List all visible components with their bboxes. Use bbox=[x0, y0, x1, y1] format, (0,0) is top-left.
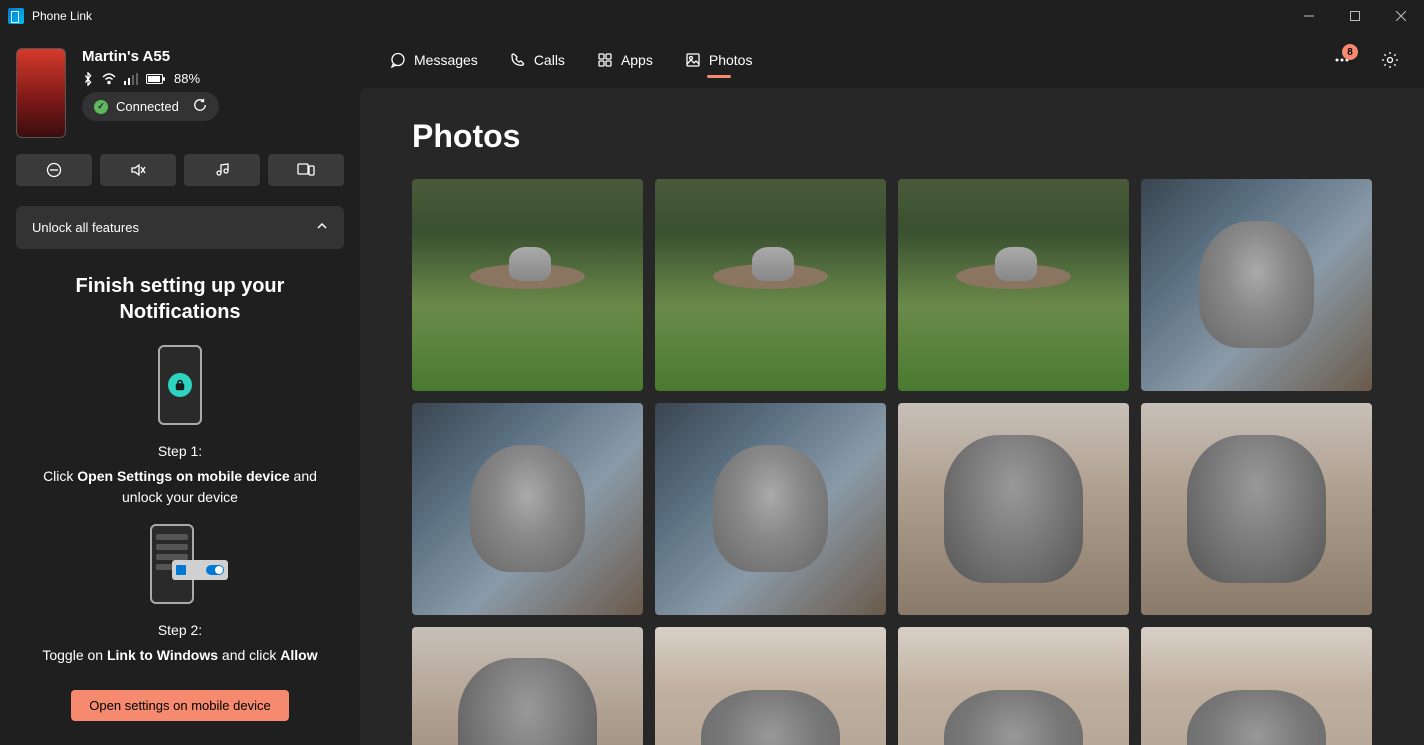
photo-thumbnail[interactable] bbox=[1141, 627, 1372, 745]
setup-illustration-1 bbox=[158, 345, 202, 425]
app-title: Phone Link bbox=[32, 9, 92, 23]
nav-right: 8 bbox=[1324, 42, 1408, 78]
step2-label: Step 2: bbox=[24, 620, 336, 641]
titlebar-left: Phone Link bbox=[8, 8, 92, 24]
tab-messages[interactable]: Messages bbox=[376, 44, 492, 76]
photo-grid bbox=[412, 179, 1372, 745]
top-nav: Messages Calls Apps Photos 8 bbox=[360, 32, 1424, 88]
unlock-label: Unlock all features bbox=[32, 220, 139, 235]
battery-icon bbox=[146, 73, 166, 85]
close-button[interactable] bbox=[1378, 0, 1424, 32]
dnd-button[interactable] bbox=[16, 154, 92, 186]
device-section: Martin's A55 88% bbox=[16, 48, 344, 138]
tab-calls[interactable]: Calls bbox=[496, 44, 579, 76]
app-icon bbox=[8, 8, 24, 24]
connection-badge: Connected bbox=[82, 92, 219, 121]
notifications-button[interactable]: 8 bbox=[1324, 42, 1360, 78]
connected-check-icon bbox=[94, 100, 108, 114]
signal-icon bbox=[124, 73, 138, 85]
step1-desc: Click Open Settings on mobile device and… bbox=[24, 466, 336, 508]
content-area: Photos bbox=[360, 88, 1424, 745]
screen-mirror-button[interactable] bbox=[268, 154, 344, 186]
chevron-up-icon bbox=[316, 220, 328, 235]
device-status-row: 88% bbox=[82, 71, 219, 86]
photo-thumbnail[interactable] bbox=[655, 627, 886, 745]
notification-badge: 8 bbox=[1342, 44, 1358, 60]
photo-thumbnail[interactable] bbox=[412, 403, 643, 615]
photo-thumbnail[interactable] bbox=[1141, 179, 1372, 391]
window-controls bbox=[1286, 0, 1424, 32]
device-name: Martin's A55 bbox=[82, 48, 219, 65]
lock-icon bbox=[168, 373, 192, 397]
photo-thumbnail[interactable] bbox=[655, 179, 886, 391]
photo-thumbnail[interactable] bbox=[898, 403, 1129, 615]
wifi-icon bbox=[102, 73, 116, 85]
setup-section: Finish setting up your Notifications Ste… bbox=[16, 273, 344, 721]
main-area: Messages Calls Apps Photos 8 bbox=[360, 32, 1424, 745]
unlock-features-panel[interactable]: Unlock all features bbox=[16, 206, 344, 249]
photo-thumbnail[interactable] bbox=[412, 627, 643, 745]
nav-tabs: Messages Calls Apps Photos bbox=[376, 44, 766, 76]
refresh-icon[interactable] bbox=[193, 98, 207, 115]
minimize-button[interactable] bbox=[1286, 0, 1332, 32]
photo-thumbnail[interactable] bbox=[655, 403, 886, 615]
page-title: Photos bbox=[412, 118, 1372, 155]
photo-thumbnail[interactable] bbox=[898, 179, 1129, 391]
device-thumbnail[interactable] bbox=[16, 48, 66, 138]
bluetooth-icon bbox=[82, 72, 94, 86]
connection-status-text: Connected bbox=[116, 99, 179, 114]
photo-thumbnail[interactable] bbox=[412, 179, 643, 391]
step2-desc: Toggle on Link to Windows and click Allo… bbox=[24, 645, 336, 666]
tab-apps[interactable]: Apps bbox=[583, 44, 667, 76]
music-button[interactable] bbox=[184, 154, 260, 186]
setup-title: Finish setting up your Notifications bbox=[24, 273, 336, 325]
step1-label: Step 1: bbox=[24, 441, 336, 462]
open-settings-button[interactable]: Open settings on mobile device bbox=[71, 690, 288, 721]
quick-actions bbox=[16, 154, 344, 186]
mute-button[interactable] bbox=[100, 154, 176, 186]
sidebar: Martin's A55 88% bbox=[0, 32, 360, 745]
titlebar: Phone Link bbox=[0, 0, 1424, 32]
battery-percent: 88% bbox=[174, 71, 200, 86]
settings-button[interactable] bbox=[1372, 42, 1408, 78]
maximize-button[interactable] bbox=[1332, 0, 1378, 32]
tab-photos[interactable]: Photos bbox=[671, 44, 767, 76]
setup-illustration-2 bbox=[140, 524, 220, 604]
photo-thumbnail[interactable] bbox=[1141, 403, 1372, 615]
photo-thumbnail[interactable] bbox=[898, 627, 1129, 745]
